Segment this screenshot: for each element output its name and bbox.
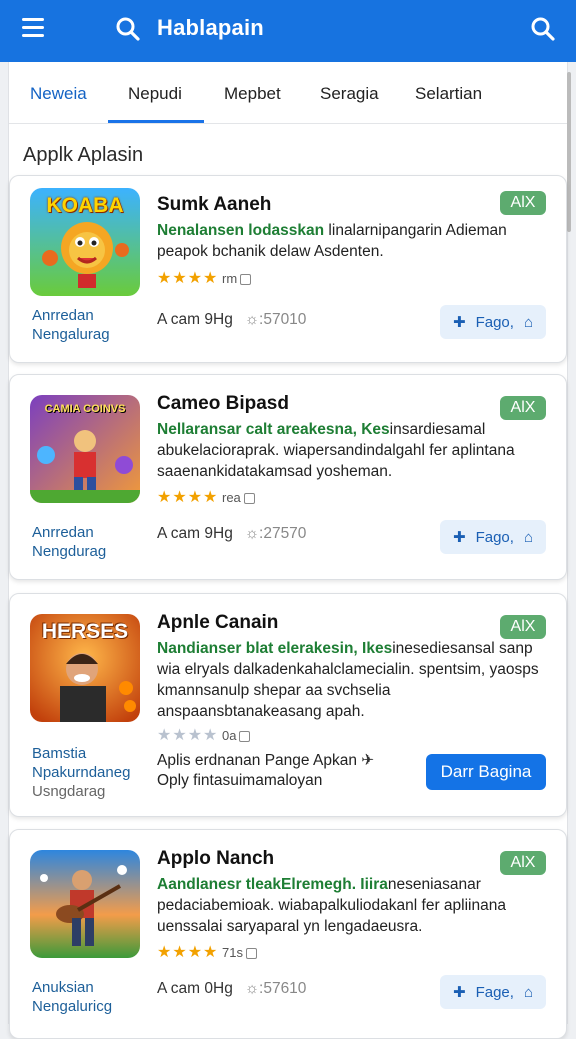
home-icon: ⌂ <box>523 313 533 331</box>
search-action-icon[interactable] <box>530 16 556 42</box>
content-panel: Neweia Nepudi Mepbet Seragia Selartian A… <box>8 62 571 1039</box>
app-thumbnail[interactable]: CAMIA COINVS <box>30 395 140 503</box>
app-badge: AlX <box>500 851 546 875</box>
get-button[interactable]: ✚ Fage, ⌂ <box>440 975 546 1009</box>
tab-nepudi[interactable]: Nepudi <box>128 84 182 104</box>
install-button[interactable]: Darr Bagina <box>426 754 546 790</box>
star-icons: ★★★★ <box>157 270 219 287</box>
app-description: Nandianser blat elerakesin, Ikesinesedie… <box>157 640 539 720</box>
scrollbar[interactable] <box>567 72 571 232</box>
info-icon <box>243 493 255 505</box>
thumbnail-logo-text: CAMIA COINVS <box>44 403 126 415</box>
app-rating: ★★★★ rea <box>157 487 255 507</box>
app-developer[interactable]: Anrredan Nengalurag <box>32 306 110 344</box>
puzzle-icon: ✚ <box>453 314 466 331</box>
tab-seragia[interactable]: Seragia <box>320 84 379 104</box>
app-card[interactable]: KOABA Sumk Aaneh AlX Nenalansen lodasska… <box>9 175 567 363</box>
get-button[interactable]: ✚ Fago, ⌂ <box>440 520 546 554</box>
thumbnail-logo-text: KOABA <box>46 194 124 217</box>
app-name[interactable]: Applo Nanch <box>157 848 274 870</box>
app-thumbnail[interactable]: KOABA <box>30 188 140 296</box>
app-card[interactable]: HERSES Apnle Canain AlX Nandianser blat … <box>9 593 567 817</box>
app-rating: ★★★★ 71s <box>157 942 257 962</box>
info-icon <box>240 274 252 286</box>
app-badge: AlX <box>500 191 546 215</box>
app-developer[interactable]: Anrredan Nengdurag <box>32 523 106 561</box>
app-description: Nenalansen lodasskan linalarnipangarin A… <box>157 222 507 260</box>
app-badge: AlX <box>500 396 546 420</box>
top-app-bar: Hablapain <box>0 0 576 62</box>
tab-neweia[interactable]: Neweia <box>30 84 87 104</box>
star-icons: ★★★★ <box>157 944 219 961</box>
tab-mepbet[interactable]: Mepbet <box>224 84 281 104</box>
app-description: Nellaransar calt areakesna, Kesinsardies… <box>157 421 515 480</box>
app-rating: ★★★★ 0a <box>157 725 251 745</box>
app-card[interactable]: CAMIA COINVS Cameo Bipasd AlX Nellaransa… <box>9 374 567 580</box>
app-name[interactable]: Cameo Bipasd <box>157 393 289 415</box>
app-rating: ★★★★ rm <box>157 268 252 288</box>
home-icon: ⌂ <box>523 983 533 1001</box>
app-promo-text: Aplis erdnanan Pange Apkan ✈ Oply fintasu… <box>157 752 375 789</box>
search-icon[interactable] <box>115 16 141 42</box>
tab-bar: Neweia Nepudi Mepbet Seragia Selartian <box>9 62 567 124</box>
app-stats: A cam 0Hg ☼:57610 <box>157 980 307 997</box>
star-icons: ★★★★ <box>157 489 219 506</box>
star-icons: ★★★★ <box>157 727 219 744</box>
app-thumbnail[interactable]: HERSES <box>30 614 140 722</box>
app-name[interactable]: Sumk Aaneh <box>157 194 271 216</box>
puzzle-icon: ✚ <box>453 984 466 1001</box>
section-title: Applk Aplasin <box>23 144 144 166</box>
menu-icon[interactable] <box>22 18 44 38</box>
app-badge: AlX <box>500 615 546 639</box>
info-icon <box>239 731 251 743</box>
thumbnail-logo-text: HERSES <box>41 620 129 643</box>
app-stats: A cam 9Hg ☼:27570 <box>157 525 307 542</box>
app-description: Aandlanesr tleakElremegh. Iiiraneseniasa… <box>157 876 506 935</box>
active-tab-indicator <box>108 120 204 123</box>
app-name[interactable]: Apnle Canain <box>157 612 278 634</box>
app-thumbnail[interactable] <box>30 850 140 958</box>
app-title: Hablapain <box>157 15 264 40</box>
app-developer[interactable]: Bamstia Npakurndaneg Usngdarag <box>32 744 130 801</box>
get-button[interactable]: ✚ Fago, ⌂ <box>440 305 546 339</box>
app-stats: A cam 9Hg ☼:57010 <box>157 311 307 328</box>
info-icon <box>245 948 257 960</box>
app-card[interactable]: Applo Nanch AlX Aandlanesr tleakElremegh… <box>9 829 567 1039</box>
app-developer[interactable]: Anuksian Nengaluricg <box>32 978 112 1016</box>
plane-icon: ✈ <box>361 752 375 769</box>
tab-selartian[interactable]: Selartian <box>415 84 482 104</box>
puzzle-icon: ✚ <box>453 529 466 546</box>
home-icon: ⌂ <box>523 528 533 546</box>
